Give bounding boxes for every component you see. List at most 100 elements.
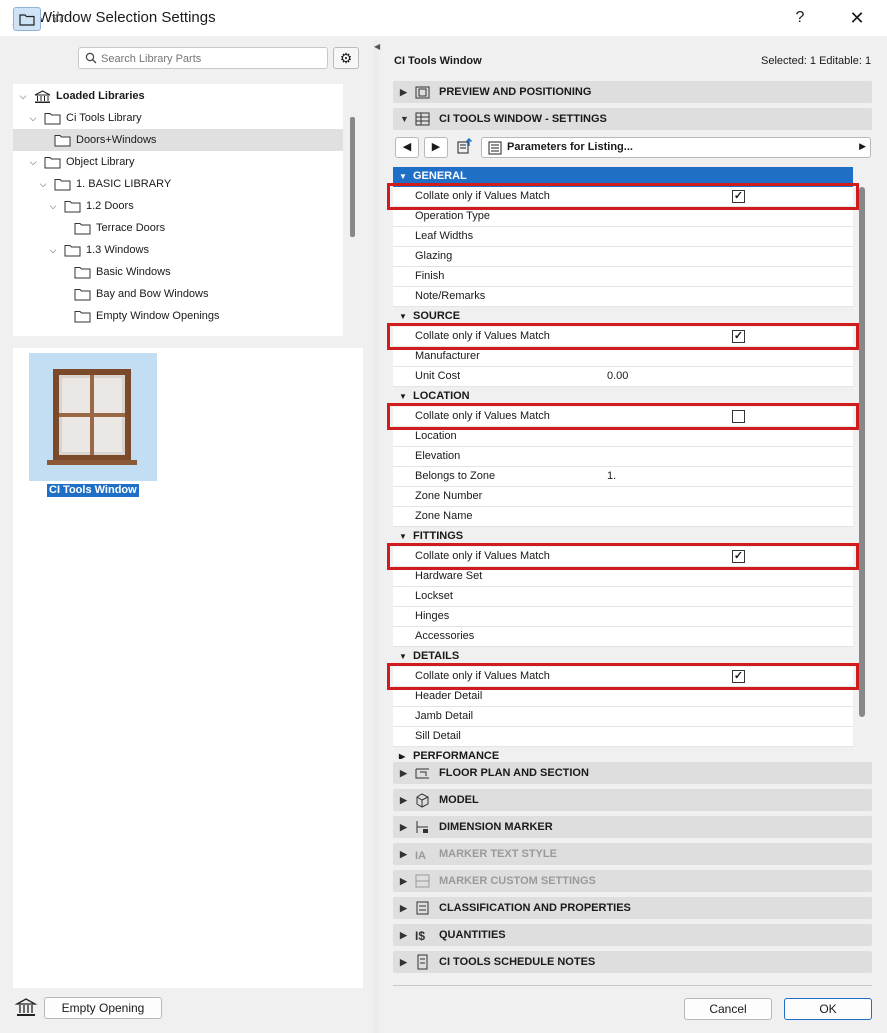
tree-item[interactable]: ⌵ Loaded Libraries — [13, 85, 343, 107]
section-bar[interactable]: ▶ FLOOR PLAN AND SECTION — [393, 762, 872, 784]
parameter-row[interactable]: Zone Number — [393, 487, 853, 507]
tree-item[interactable]: Doors+Windows — [13, 129, 343, 151]
tree-item[interactable]: Empty Window Openings — [13, 305, 343, 327]
parameters-dropdown[interactable]: Parameters for Listing... ▶ — [481, 137, 871, 158]
parameter-value[interactable]: 1. — [607, 467, 616, 486]
chevron-right-icon[interactable]: ▶ — [400, 924, 407, 946]
tree-item[interactable]: Basic Windows — [13, 261, 343, 283]
preview-item-label[interactable]: CI Tools Window — [47, 484, 139, 497]
chevron-right-icon[interactable]: ▶ — [400, 816, 407, 838]
tree-item[interactable]: Terrace Doors — [13, 217, 343, 239]
parameter-row[interactable]: Accessories — [393, 627, 853, 647]
search-input[interactable] — [101, 51, 321, 66]
parameter-value[interactable]: 0.00 — [607, 367, 628, 386]
parameter-row[interactable]: Jamb Detail — [393, 707, 853, 727]
chevron-down-icon[interactable]: ⌵ — [27, 107, 39, 129]
parameter-row[interactable]: Leaf Widths — [393, 227, 853, 247]
folder-icon — [54, 179, 71, 191]
folder-view-tab[interactable] — [13, 7, 41, 31]
parameter-row[interactable]: Lockset — [393, 587, 853, 607]
folder-icon — [74, 223, 91, 235]
panel-divider[interactable] — [373, 40, 379, 1033]
tree-item[interactable]: ⌵ 1.3 Windows — [13, 239, 343, 261]
parameter-row[interactable]: Manufacturer — [393, 347, 853, 367]
help-button[interactable]: ? — [786, 6, 814, 30]
highlight-box — [387, 183, 859, 210]
parameter-row[interactable]: Location — [393, 427, 853, 447]
library-part-thumbnail[interactable] — [29, 353, 157, 481]
empty-opening-button[interactable]: Empty Opening — [44, 997, 162, 1019]
chevron-right-icon[interactable]: ▶ — [400, 789, 407, 811]
parameter-row[interactable]: Operation Type — [393, 207, 853, 227]
library-settings-button[interactable]: ⚙ — [333, 47, 359, 69]
chevron-right-icon[interactable]: ▶ — [400, 762, 407, 784]
parameter-row[interactable]: Glazing — [393, 247, 853, 267]
chevron-right-icon[interactable]: ▶ — [400, 843, 407, 865]
section-bar[interactable]: ▶ CLASSIFICATION AND PROPERTIES — [393, 897, 872, 919]
tree-item[interactable]: Bay and Bow Windows — [13, 283, 343, 305]
tree-item[interactable]: ⌵ 1. BASIC LIBRARY — [13, 173, 343, 195]
tree-item-label: 1.3 Windows — [86, 244, 149, 256]
chevron-down-icon[interactable]: ⌵ — [37, 173, 49, 195]
section-bar[interactable]: ▶ PREVIEW AND POSITIONING — [393, 81, 872, 103]
folder-icon — [44, 113, 61, 125]
parameter-label: Belongs to Zone — [415, 470, 496, 482]
folder-icon — [64, 245, 81, 257]
folder-icon — [64, 201, 81, 213]
library-manager-button[interactable] — [14, 996, 38, 1020]
section-bar[interactable]: ▶ I$ QUANTITIES — [393, 924, 872, 946]
model-cube-icon — [416, 793, 429, 808]
tree-item[interactable]: ⌵ Ci Tools Library — [13, 107, 343, 129]
section-bar[interactable]: ▶ MODEL — [393, 789, 872, 811]
parameter-row[interactable]: Elevation — [393, 447, 853, 467]
parameter-row[interactable]: Finish — [393, 267, 853, 287]
parameter-label: Leaf Widths — [415, 230, 474, 242]
close-button[interactable]: ✕ — [843, 6, 871, 30]
section-bar: ▶ MARKER CUSTOM SETTINGS — [393, 870, 872, 892]
collapse-panel-icon[interactable]: ◀ — [374, 42, 380, 51]
highlight-box — [387, 543, 859, 570]
parameter-list-button[interactable] — [453, 137, 477, 158]
chevron-right-icon[interactable]: ▶ — [400, 870, 407, 892]
parameter-row[interactable]: Hinges — [393, 607, 853, 627]
parameter-label: Sill Detail — [415, 730, 461, 742]
parameter-row[interactable]: Note/Remarks — [393, 287, 853, 307]
chevron-down-icon[interactable]: ⌵ — [47, 195, 59, 217]
custom-settings-icon — [415, 874, 430, 888]
library-icon — [14, 998, 38, 1016]
chevron-down-icon[interactable]: ⌵ — [47, 239, 59, 261]
grid-scrollbar[interactable] — [859, 187, 865, 717]
footer-separator — [393, 985, 872, 986]
parameter-row[interactable]: Belongs to Zone 1. — [393, 467, 853, 487]
previous-button[interactable]: ◀ — [395, 137, 419, 158]
favorites-tab[interactable]: ☆ — [44, 7, 72, 31]
next-button[interactable]: ▶ — [424, 137, 448, 158]
section-bar-label: CI TOOLS WINDOW - SETTINGS — [439, 113, 607, 125]
group-header-label: PERFORMANCE — [413, 750, 500, 759]
tree-scrollbar[interactable] — [350, 117, 355, 237]
parameter-row[interactable]: Sill Detail — [393, 727, 853, 747]
chevron-right-icon[interactable]: ▶ — [399, 747, 405, 759]
group-header[interactable]: ▶ PERFORMANCE — [393, 747, 853, 759]
chevron-down-icon[interactable]: ⌵ — [17, 85, 29, 107]
chevron-down-icon[interactable]: ▼ — [400, 108, 409, 130]
chevron-right-icon[interactable]: ▶ — [400, 81, 407, 103]
chevron-right-icon[interactable]: ▶ — [400, 897, 407, 919]
parameter-row[interactable]: Hardware Set — [393, 567, 853, 587]
section-bar[interactable]: ▶ DIMENSION MARKER — [393, 816, 872, 838]
chevron-right-icon[interactable]: ▶ — [400, 951, 407, 973]
chevron-down-icon[interactable]: ⌵ — [27, 151, 39, 173]
tree-item[interactable]: ⌵ Object Library — [13, 151, 343, 173]
preview-area: CI Tools Window — [13, 348, 363, 988]
parameter-row[interactable]: Header Detail — [393, 687, 853, 707]
dimension-marker-icon — [416, 821, 428, 833]
tree-item-label: Ci Tools Library — [66, 112, 142, 124]
cancel-button[interactable]: Cancel — [684, 998, 772, 1020]
search-box[interactable] — [78, 47, 328, 69]
section-bar[interactable]: ▶ CI TOOLS SCHEDULE NOTES — [393, 951, 872, 973]
section-bar[interactable]: ▼ CI TOOLS WINDOW - SETTINGS — [393, 108, 872, 130]
ok-button[interactable]: OK — [784, 998, 872, 1020]
tree-item[interactable]: ⌵ 1.2 Doors — [13, 195, 343, 217]
parameter-row[interactable]: Zone Name — [393, 507, 853, 527]
parameter-row[interactable]: Unit Cost 0.00 — [393, 367, 853, 387]
